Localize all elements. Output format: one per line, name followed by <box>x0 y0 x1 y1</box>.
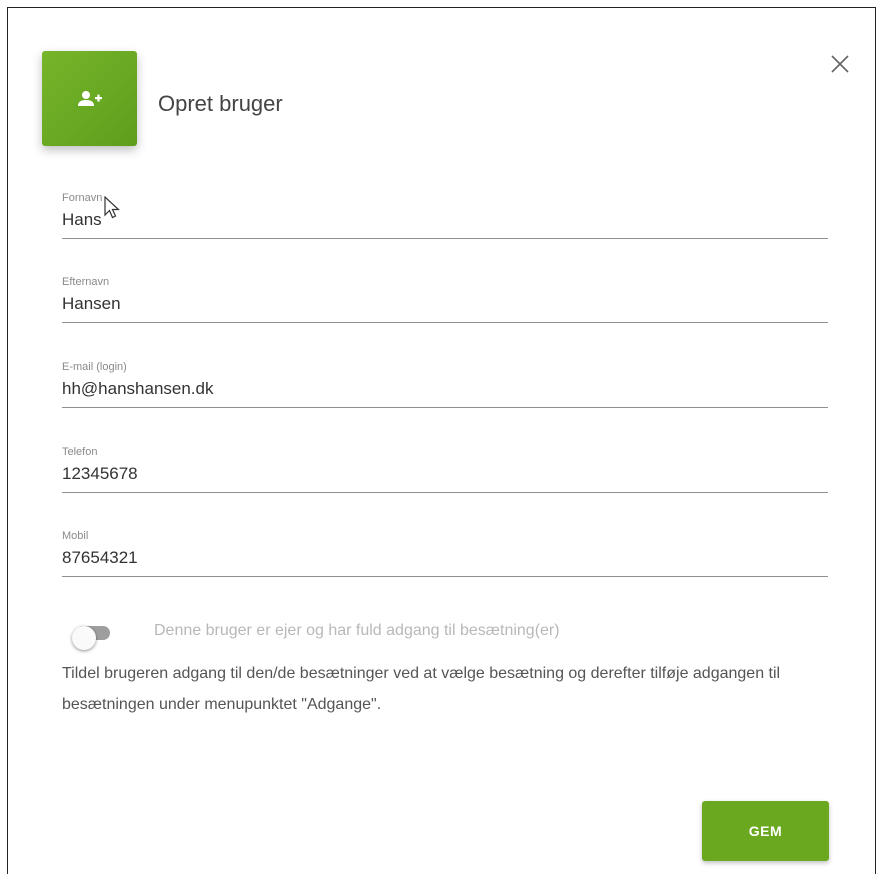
owner-toggle-row: Denne bruger er ejer og har fuld adgang … <box>62 620 842 650</box>
mobile-field[interactable]: Mobil 87654321 <box>62 530 828 577</box>
create-user-dialog: Opret bruger Fornavn Hans Efternavn Hans… <box>7 7 876 874</box>
email-input[interactable]: hh@hanshansen.dk <box>62 375 828 408</box>
phone-field[interactable]: Telefon 12345678 <box>62 446 828 493</box>
owner-toggle-label: Denne bruger er ejer og har fuld adgang … <box>154 622 560 639</box>
first-name-field[interactable]: Fornavn Hans <box>62 192 828 239</box>
save-button[interactable]: GEM <box>702 801 829 861</box>
first-name-input[interactable]: Hans <box>62 206 828 239</box>
dialog-title: Opret bruger <box>158 91 283 116</box>
phone-input[interactable]: 12345678 <box>62 460 828 493</box>
last-name-input[interactable]: Hansen <box>62 290 828 323</box>
email-field[interactable]: E-mail (login) hh@hanshansen.dk <box>62 361 828 408</box>
close-button[interactable] <box>826 50 854 78</box>
close-icon <box>831 55 849 73</box>
add-user-icon <box>77 90 102 106</box>
owner-toggle[interactable] <box>72 626 110 650</box>
header-badge <box>42 51 137 146</box>
phone-label: Telefon <box>62 446 98 458</box>
mobile-input[interactable]: 87654321 <box>62 544 828 577</box>
last-name-field[interactable]: Efternavn Hansen <box>62 276 828 323</box>
email-label: E-mail (login) <box>62 361 127 373</box>
mouse-cursor-icon <box>104 196 121 219</box>
first-name-label: Fornavn <box>62 192 103 204</box>
toggle-knob[interactable] <box>72 626 96 650</box>
mobile-label: Mobil <box>62 530 89 542</box>
access-info-text: Tildel brugeren adgang til den/de besætn… <box>62 665 781 713</box>
last-name-label: Efternavn <box>62 276 110 288</box>
